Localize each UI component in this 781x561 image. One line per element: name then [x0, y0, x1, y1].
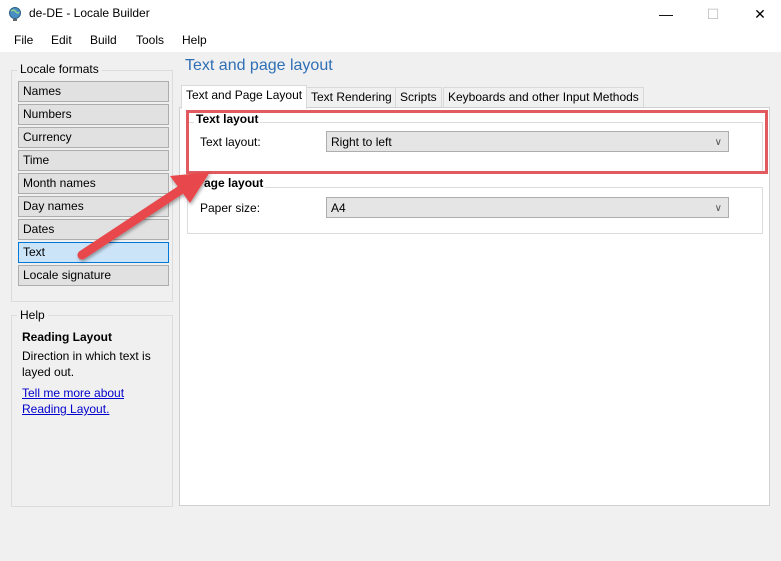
- page-layout-legend: Page layout: [194, 176, 266, 190]
- paper-size-value: A4: [331, 201, 346, 215]
- maximize-button[interactable]: ☐: [690, 0, 736, 28]
- tab-text-rendering[interactable]: Text Rendering: [306, 87, 397, 108]
- close-icon: ✕: [754, 5, 766, 22]
- tab-content-panel: Text layout Text layout: Right to left ∨…: [179, 107, 770, 506]
- sidebar-item-numbers[interactable]: Numbers: [18, 104, 169, 125]
- minimize-button[interactable]: —: [643, 0, 689, 28]
- tab-text-and-page-layout[interactable]: Text and Page Layout: [181, 85, 308, 109]
- maximize-icon: ☐: [706, 5, 720, 22]
- text-layout-dropdown[interactable]: Right to left ∨: [326, 131, 729, 152]
- menu-bar: File Edit Build Tools Help: [0, 28, 781, 52]
- chevron-down-icon: ∨: [714, 203, 722, 214]
- tab-scripts[interactable]: Scripts: [395, 87, 442, 108]
- minimize-icon: —: [659, 6, 673, 22]
- menu-build[interactable]: Build: [90, 33, 117, 47]
- sidebar-item-dates[interactable]: Dates: [18, 219, 169, 240]
- locale-formats-label: Locale formats: [17, 62, 102, 76]
- close-button[interactable]: ✕: [737, 0, 781, 28]
- sidebar-item-locale-signature[interactable]: Locale signature: [18, 265, 169, 286]
- help-group-label: Help: [17, 308, 48, 322]
- help-link[interactable]: Tell me more about Reading Layout.: [22, 385, 162, 417]
- sidebar-item-day-names[interactable]: Day names: [18, 196, 169, 217]
- text-layout-label: Text layout:: [200, 135, 261, 149]
- title-bar: de-DE - Locale Builder — ☐ ✕: [0, 0, 781, 28]
- text-layout-legend: Text layout: [194, 112, 261, 126]
- globe-app-icon: [9, 7, 21, 21]
- menu-help[interactable]: Help: [182, 33, 207, 47]
- help-title: Reading Layout: [22, 330, 113, 344]
- text-layout-value: Right to left: [331, 135, 392, 149]
- help-text: Direction in which text is layed out.: [22, 349, 151, 379]
- window-title: de-DE - Locale Builder: [29, 6, 150, 20]
- paper-size-label: Paper size:: [200, 201, 261, 215]
- menu-tools[interactable]: Tools: [136, 33, 164, 47]
- menu-edit[interactable]: Edit: [51, 33, 72, 47]
- sidebar-item-names[interactable]: Names: [18, 81, 169, 102]
- sidebar-item-month-names[interactable]: Month names: [18, 173, 169, 194]
- sidebar-item-text[interactable]: Text: [18, 242, 169, 263]
- paper-size-dropdown[interactable]: A4 ∨: [326, 197, 729, 218]
- tab-keyboards[interactable]: Keyboards and other Input Methods: [443, 87, 644, 108]
- page-title: Text and page layout: [185, 57, 333, 74]
- chevron-down-icon: ∨: [714, 137, 722, 148]
- sidebar-item-currency[interactable]: Currency: [18, 127, 169, 148]
- menu-file[interactable]: File: [14, 33, 33, 47]
- sidebar-item-time[interactable]: Time: [18, 150, 169, 171]
